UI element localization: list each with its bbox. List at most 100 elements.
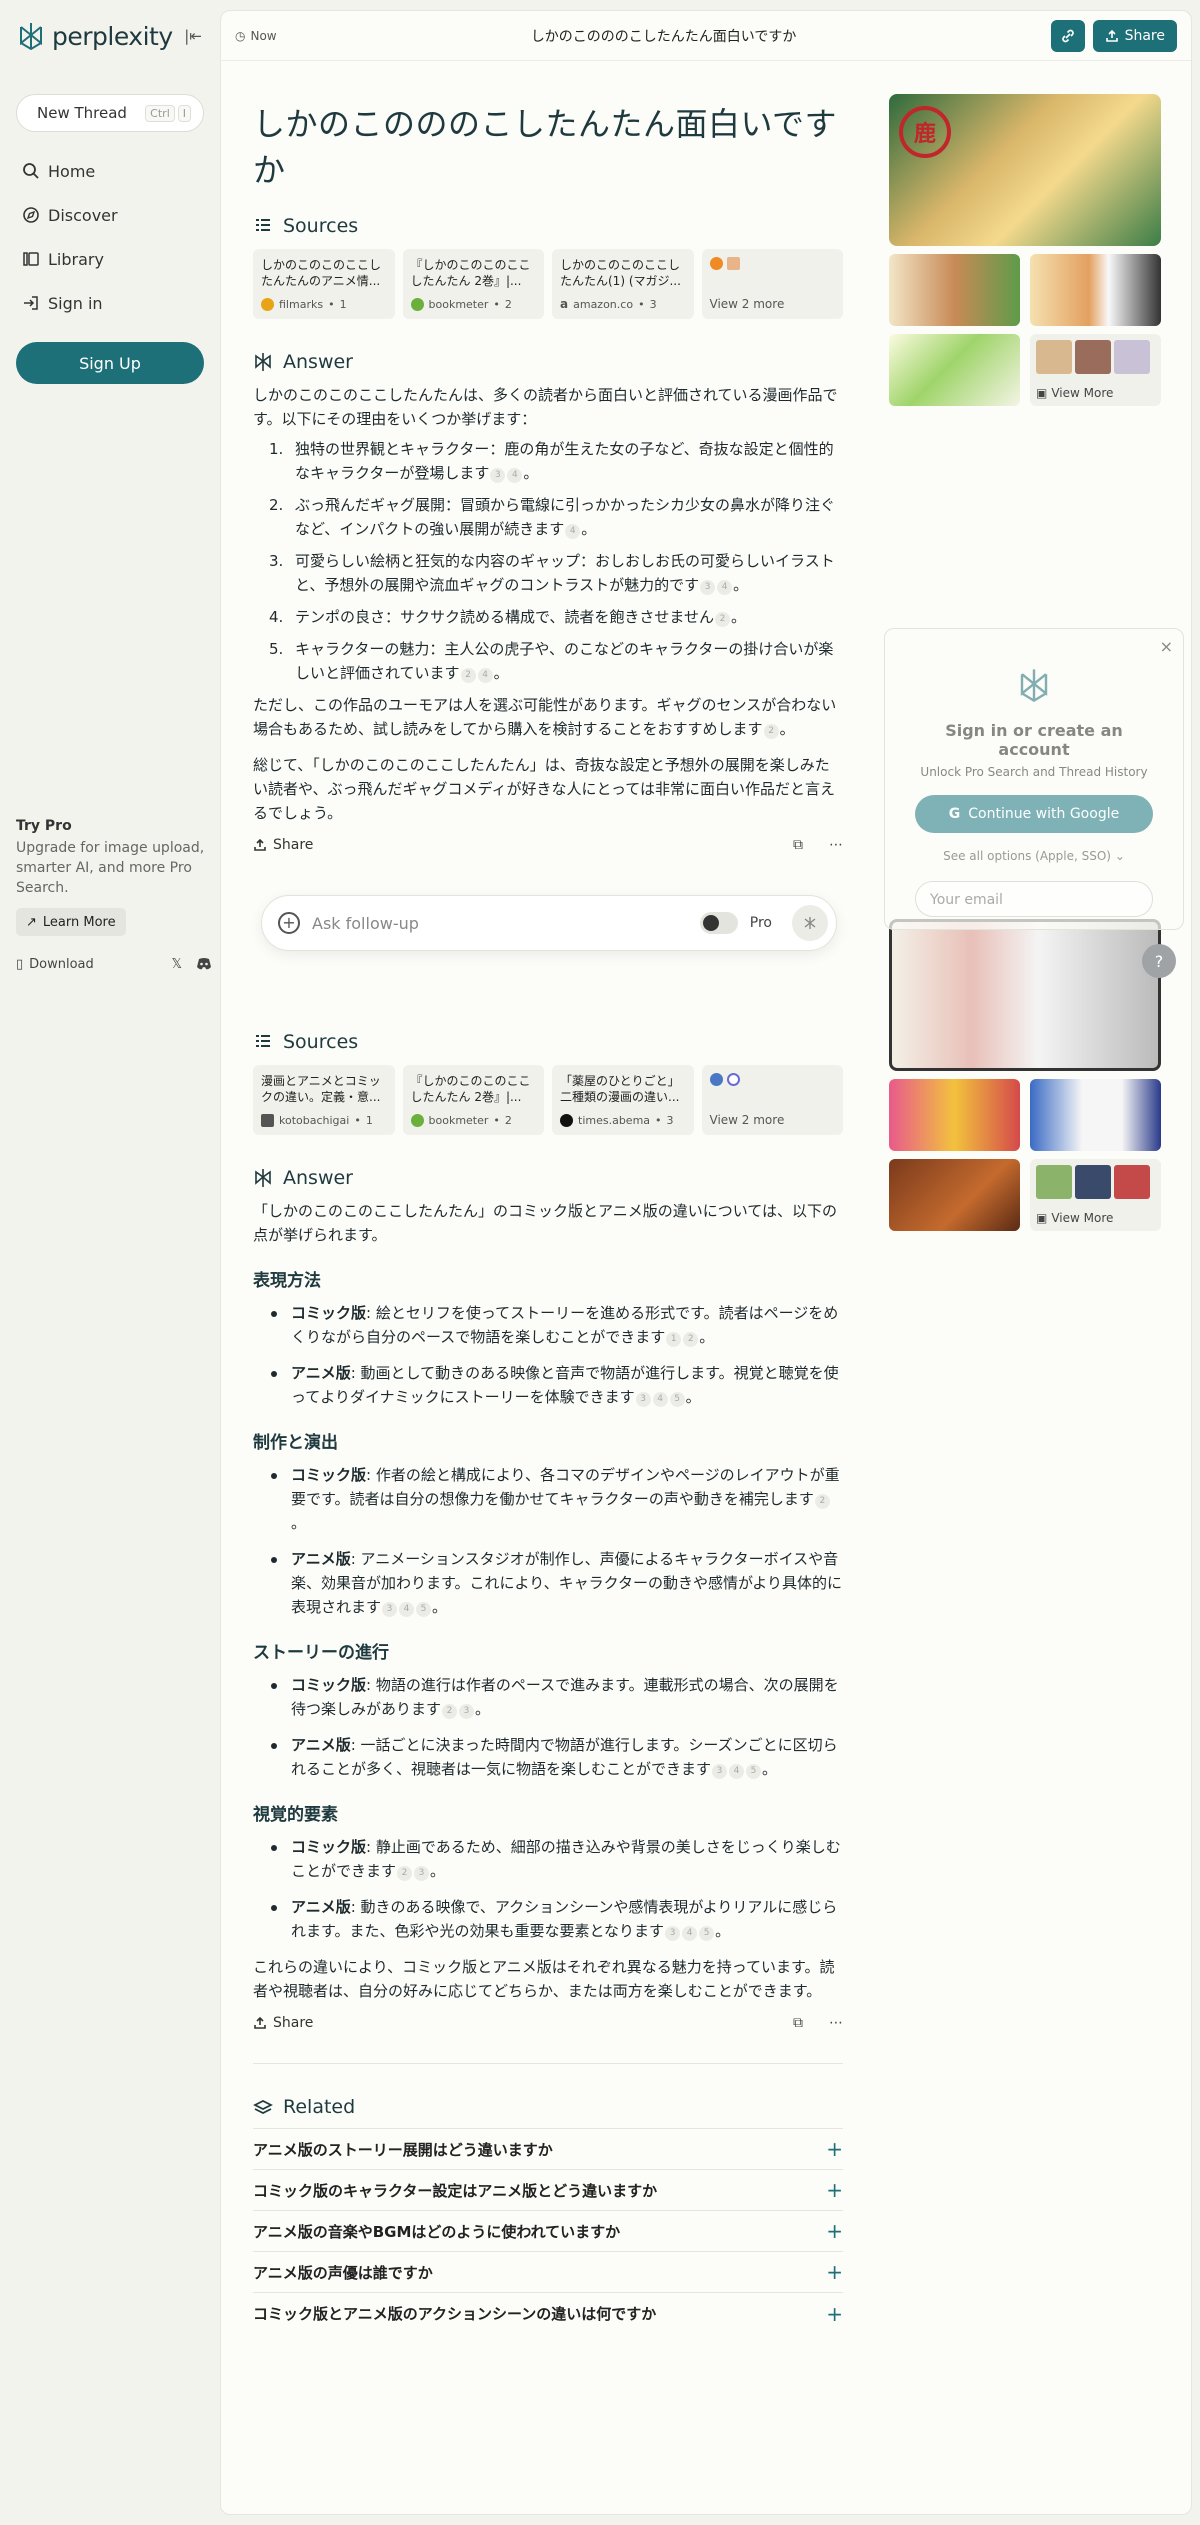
citation[interactable]: 2 bbox=[397, 1866, 413, 1881]
collapse-sidebar-icon[interactable]: |⇤ bbox=[182, 25, 204, 47]
x-twitter-icon[interactable]: 𝕏 bbox=[172, 957, 182, 972]
image-thumbnail bbox=[1075, 340, 1111, 374]
logo[interactable]: perplexity bbox=[16, 21, 173, 51]
citation[interactable]: 3 bbox=[700, 580, 716, 595]
image-thumbnail[interactable] bbox=[1030, 254, 1161, 326]
point-text: 可愛らしい絵柄と狂気的な内容のギャップ：おしおしお氏の可愛らしいイラストと、予想… bbox=[295, 552, 835, 594]
sidebar-item-sign-in[interactable]: Sign in bbox=[16, 290, 204, 316]
view-more-sources[interactable]: View 2 more bbox=[701, 249, 843, 319]
citation[interactable]: 4 bbox=[477, 668, 493, 683]
citation[interactable]: 4 bbox=[729, 1764, 745, 1779]
more-options-icon[interactable]: ⋯ bbox=[829, 2015, 843, 2031]
image-thumbnail[interactable] bbox=[889, 1079, 1020, 1151]
related-question[interactable]: コミック版のキャラクター設定はアニメ版とどう違いますか + bbox=[253, 2170, 843, 2211]
answer-actions: Share ⧉ ⋯ bbox=[253, 2015, 843, 2031]
citation[interactable]: 5 bbox=[669, 1392, 685, 1407]
see-all-options-link[interactable]: See all options (Apple, SSO) ⌄ bbox=[915, 849, 1153, 863]
share-label: Share bbox=[1124, 27, 1165, 44]
library-icon bbox=[23, 252, 39, 266]
perplexity-answer-icon bbox=[255, 353, 271, 371]
follow-up-input[interactable] bbox=[312, 913, 688, 933]
email-field[interactable]: Your email bbox=[915, 881, 1153, 917]
copy-icon[interactable]: ⧉ bbox=[793, 837, 803, 853]
download-link[interactable]: ▯ Download bbox=[16, 957, 94, 972]
related-question[interactable]: コミック版とアニメ版のアクションシーンの違いは何ですか + bbox=[253, 2293, 843, 2334]
source-card[interactable]: しかのこのこのここしたんたん(1) (マガジ... a amazon.co • 3 bbox=[552, 249, 694, 319]
sign-in-subtitle: Unlock Pro Search and Thread History bbox=[920, 765, 1148, 779]
view-more-sources[interactable]: View 2 more bbox=[701, 1065, 843, 1135]
image-results: ▣ View More bbox=[889, 919, 1161, 1231]
perplexity-logo-icon bbox=[20, 23, 42, 51]
citation[interactable]: 4 bbox=[652, 1392, 668, 1407]
attach-plus-icon[interactable]: + bbox=[278, 912, 300, 934]
image-thumbnail[interactable] bbox=[1030, 1079, 1161, 1151]
answer-share-button[interactable]: Share bbox=[253, 2015, 313, 2031]
citation[interactable]: 2 bbox=[442, 1704, 458, 1719]
sidebar-item-label: Home bbox=[48, 161, 96, 181]
citation[interactable]: 1 bbox=[666, 1332, 682, 1347]
continue-with-google-button[interactable]: G Continue with Google bbox=[915, 795, 1153, 833]
citation[interactable]: 2 bbox=[714, 612, 730, 627]
citation[interactable]: 4 bbox=[682, 1926, 698, 1941]
source-title: 『しかのこのこのここしたんたん 2巻』|... bbox=[410, 1074, 531, 1104]
citation[interactable]: 3 bbox=[459, 1704, 475, 1719]
question-icon: ? bbox=[1154, 951, 1164, 971]
list-item: 1. 独特の世界観とキャラクター：鹿の角が生えた女の子など、奇抜な設定と個性的なキ… bbox=[269, 440, 834, 483]
favicon-icon bbox=[410, 298, 424, 311]
submit-button[interactable] bbox=[792, 905, 828, 941]
learn-more-button[interactable]: ↗ Learn More bbox=[16, 908, 126, 936]
copy-icon[interactable]: ⧉ bbox=[793, 2015, 803, 2031]
image-thumbnail bbox=[1114, 340, 1150, 374]
citation[interactable]: 4 bbox=[565, 524, 581, 539]
thread-title: しかのこのののこしたんたん面白いですか bbox=[530, 28, 797, 45]
citation[interactable]: 2 bbox=[460, 668, 476, 683]
arrow-up-right-icon: ↗ bbox=[26, 914, 37, 930]
copy-link-button[interactable] bbox=[1050, 19, 1085, 52]
citation[interactable]: 4 bbox=[399, 1602, 415, 1617]
image-thumbnail[interactable]: 鹿 bbox=[889, 94, 1161, 246]
view-more-images[interactable]: ▣ View More bbox=[1030, 1159, 1161, 1231]
sources-icon bbox=[256, 1035, 270, 1047]
citation[interactable]: 3 bbox=[712, 1764, 728, 1779]
share-button[interactable]: Share bbox=[1092, 19, 1177, 52]
close-icon[interactable]: × bbox=[1160, 637, 1173, 656]
citation[interactable]: 3 bbox=[382, 1602, 398, 1617]
image-thumbnail[interactable] bbox=[889, 254, 1020, 326]
citation[interactable]: 5 bbox=[746, 1764, 762, 1779]
sidebar-item-discover[interactable]: Discover bbox=[16, 202, 204, 228]
citation[interactable]: 5 bbox=[416, 1602, 432, 1617]
source-card[interactable]: 『しかのこのこのここしたんたん 2巻』|... bookmeter • 2 bbox=[402, 1065, 544, 1135]
source-card[interactable]: 漫画とアニメとコミックの違い。定義・意... kotobachigai • 1 bbox=[253, 1065, 395, 1135]
citation[interactable]: 3 bbox=[490, 468, 506, 483]
citation[interactable]: 2 bbox=[763, 724, 779, 739]
sign-up-button[interactable]: Sign Up bbox=[16, 342, 204, 384]
citation[interactable]: 4 bbox=[717, 580, 733, 595]
view-more-images[interactable]: ▣ View More bbox=[1030, 334, 1161, 406]
sidebar-item-home[interactable]: Home bbox=[16, 158, 204, 184]
discord-icon[interactable] bbox=[196, 957, 212, 971]
more-options-icon[interactable]: ⋯ bbox=[829, 837, 843, 853]
help-button[interactable]: ? bbox=[1142, 944, 1176, 978]
citation[interactable]: 4 bbox=[507, 468, 523, 483]
section-list: コミック版: 静止画であるため、細部の描き込みや背景の美しさをじっくり楽しむこと… bbox=[253, 1835, 843, 1943]
related-question[interactable]: アニメ版の音楽やBGMはどのように使われていますか + bbox=[253, 2211, 843, 2252]
related-question[interactable]: アニメ版のストーリー展開はどう違いますか + bbox=[253, 2129, 843, 2170]
new-thread-button[interactable]: New Thread Ctrl I bbox=[16, 94, 204, 132]
citation[interactable]: 5 bbox=[699, 1926, 715, 1941]
answer-share-button[interactable]: Share bbox=[253, 837, 313, 853]
citation[interactable]: 2 bbox=[683, 1332, 699, 1347]
image-thumbnail[interactable] bbox=[889, 334, 1020, 406]
source-card[interactable]: 『しかのこのこのここしたんたん 2巻』|... bookmeter • 2 bbox=[402, 249, 544, 319]
source-card[interactable]: しかのこのこのここしたんたんのアニメ情... filmarks • 1 bbox=[253, 249, 395, 319]
source-card[interactable]: 「薬屋のひとりごと」二種類の漫画の違い... times.abema • 3 bbox=[552, 1065, 694, 1135]
citation[interactable]: 3 bbox=[635, 1392, 651, 1407]
sidebar-item-library[interactable]: Library bbox=[16, 246, 204, 272]
citation[interactable]: 3 bbox=[665, 1926, 681, 1941]
citation[interactable]: 2 bbox=[814, 1494, 830, 1509]
related-question-text: アニメ版の音楽やBGMはどのように使われていますか bbox=[253, 2222, 621, 2241]
image-thumbnail[interactable] bbox=[889, 1159, 1020, 1231]
image-thumbnail[interactable] bbox=[889, 919, 1161, 1071]
pro-toggle[interactable] bbox=[699, 912, 738, 934]
citation[interactable]: 3 bbox=[414, 1866, 430, 1881]
related-question[interactable]: アニメ版の声優は誰ですか + bbox=[253, 2252, 843, 2293]
